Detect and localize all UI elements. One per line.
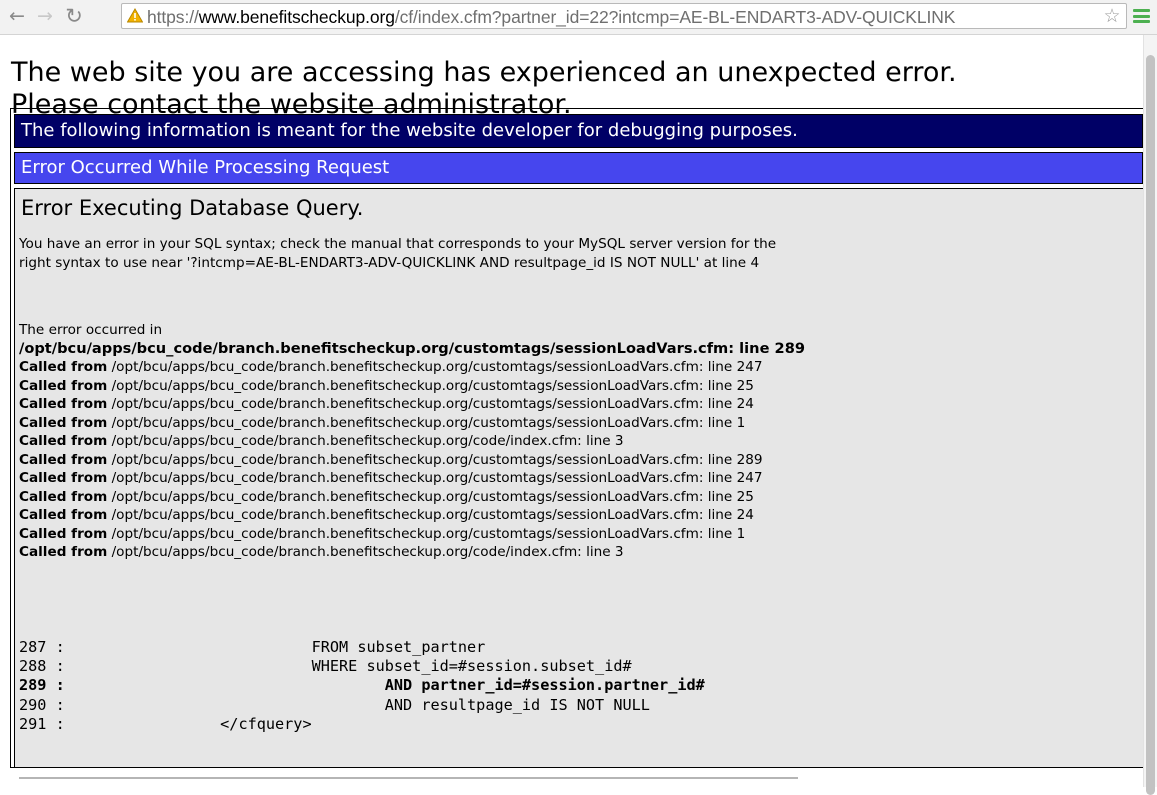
called-from-item: Called from /opt/bcu/apps/bcu_code/branc… (19, 377, 809, 396)
called-from-item: Called from /opt/bcu/apps/bcu_code/branc… (19, 506, 809, 525)
code-snippet: 287 : FROM subset_partner 288 : WHERE sub… (19, 638, 705, 734)
called-from-path: /opt/bcu/apps/bcu_code/branch.benefitsch… (107, 488, 754, 505)
called-from-path: /opt/bcu/apps/bcu_code/branch.benefitsch… (107, 359, 763, 375)
scrollbar-thumb[interactable] (1146, 55, 1155, 795)
error-message-line-1: The web site you are accessing has exper… (11, 57, 957, 88)
error-detail-text: You have an error in your SQL syntax; ch… (19, 236, 777, 271)
called-from-path: /opt/bcu/apps/bcu_code/branch.benefitsch… (107, 507, 754, 523)
url-text[interactable]: https://www.benefitscheckup.org/cf/index… (147, 5, 955, 29)
called-from-path: /opt/bcu/apps/bcu_code/branch.benefitsch… (107, 414, 746, 431)
called-from-path: /opt/bcu/apps/bcu_code/branch.benefitsch… (107, 433, 624, 449)
called-from-item: Called from /opt/bcu/apps/bcu_code/branc… (19, 469, 809, 488)
error-title: Error Executing Database Query. (21, 196, 364, 220)
bookmark-star-icon[interactable]: ☆ (1101, 5, 1123, 27)
called-from-label: Called from (19, 414, 108, 431)
code-line: 290 : AND resultpage_id IS NOT NULL (19, 695, 650, 714)
code-line: 289 : AND partner_id=#session.partner_id… (19, 676, 705, 695)
warning-icon[interactable] (127, 8, 143, 23)
called-from-item: Called from /opt/bcu/apps/bcu_code/branc… (19, 543, 809, 562)
address-bar[interactable]: https://www.benefitscheckup.org/cf/index… (121, 3, 1127, 29)
called-from-path: /opt/bcu/apps/bcu_code/branch.benefitsch… (107, 470, 763, 486)
code-line: 288 : WHERE subset_id=#session.subset_id… (19, 657, 632, 676)
reload-button[interactable]: ↻ (63, 5, 85, 27)
called-from-item: Called from /opt/bcu/apps/bcu_code/branc… (19, 395, 809, 414)
error-header: Error Occurred While Processing Request (14, 152, 1143, 184)
vertical-scrollbar[interactable] (1143, 35, 1157, 795)
called-from-path: /opt/bcu/apps/bcu_code/branch.benefitsch… (107, 396, 754, 412)
called-from-label: Called from (19, 451, 108, 468)
called-from-item: Called from /opt/bcu/apps/bcu_code/branc… (19, 432, 809, 451)
called-from-label: Called from (19, 507, 108, 523)
called-from-item: Called from /opt/bcu/apps/bcu_code/branc… (19, 414, 809, 433)
url-scheme: https:// (147, 7, 199, 27)
called-from-label: Called from (19, 525, 108, 542)
called-from-path: /opt/bcu/apps/bcu_code/branch.benefitsch… (107, 451, 763, 468)
called-from-item: Called from /opt/bcu/apps/bcu_code/branc… (19, 488, 809, 507)
browser-toolbar: ← → ↻ https://www.benefitscheckup.org/cf… (0, 0, 1157, 35)
called-from-path: /opt/bcu/apps/bcu_code/branch.benefitsch… (107, 377, 754, 394)
error-trace: The error occurred in /opt/bcu/apps/bcu_… (19, 321, 809, 562)
code-line: 291 : </cfquery> (19, 714, 312, 733)
called-from-label: Called from (19, 396, 108, 412)
called-from-label: Called from (19, 488, 108, 505)
menu-icon[interactable] (1133, 9, 1150, 23)
url-path: /cf/index.cfm?partner_id=22?intcmp=AE-BL… (394, 7, 956, 27)
called-from-label: Called from (19, 359, 108, 375)
occurred-location: /opt/bcu/apps/bcu_code/branch.benefitsch… (19, 339, 806, 357)
called-from-label: Called from (19, 470, 108, 486)
called-from-path: /opt/bcu/apps/bcu_code/branch.benefitsch… (107, 525, 746, 542)
called-from-list: Called from /opt/bcu/apps/bcu_code/branc… (19, 358, 809, 562)
divider (19, 777, 798, 779)
url-host: www.benefitscheckup.org (198, 7, 395, 27)
called-from-label: Called from (19, 544, 108, 560)
code-line: 287 : FROM subset_partner (19, 638, 486, 656)
called-from-path: /opt/bcu/apps/bcu_code/branch.benefitsch… (107, 544, 624, 560)
called-from-item: Called from /opt/bcu/apps/bcu_code/branc… (19, 451, 809, 470)
called-from-item: Called from /opt/bcu/apps/bcu_code/branc… (19, 525, 809, 544)
back-button[interactable]: ← (6, 5, 28, 27)
called-from-label: Called from (19, 433, 108, 449)
called-from-label: Called from (19, 377, 108, 394)
forward-button[interactable]: → (34, 5, 56, 27)
debug-info-header: The following information is meant for t… (14, 114, 1143, 148)
occurred-label: The error occurred in (19, 322, 163, 338)
called-from-item: Called from /opt/bcu/apps/bcu_code/branc… (19, 358, 809, 377)
